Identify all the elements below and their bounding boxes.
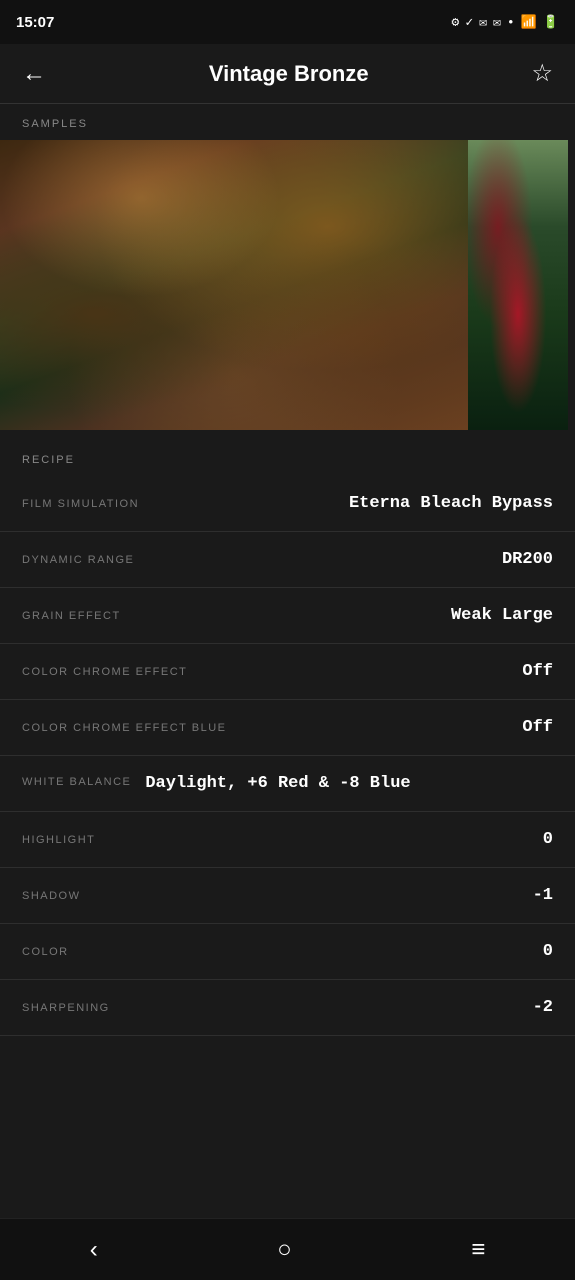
film-simulation-label: FILM SIMULATION [22,498,139,510]
top-nav: ← Vintage Bronze ☆ [0,44,575,104]
color-chrome-label: COLOR CHROME EFFECT [22,666,187,678]
grain-effect-value: Weak Large [451,606,553,625]
dynamic-range-value: DR200 [502,550,553,569]
battery-icon: 🔋 [543,15,559,30]
color-chrome-value: Off [522,662,553,681]
status-icons: ⚙ ✓ ✉ ✉ • 📶 🔋 [452,15,560,30]
dynamic-range-label: DYNAMIC RANGE [22,554,134,566]
back-button[interactable]: ← [18,56,50,92]
nav-back-button[interactable]: ‹ [70,1226,118,1274]
dynamic-range-row: DYNAMIC RANGE DR200 [0,532,575,588]
sharpening-row: SHARPENING -2 [0,980,575,1036]
sharpening-label: SHARPENING [22,1002,110,1014]
nav-home-icon: ○ [277,1236,292,1263]
nav-menu-button[interactable]: ≡ [451,1226,505,1274]
shadow-value: -1 [533,886,553,905]
film-simulation-row: FILM SIMULATION Eterna Bleach Bypass [0,476,575,532]
status-bar: 15:07 ⚙ ✓ ✉ ✉ • 📶 🔋 [0,0,575,44]
film-simulation-value: Eterna Bleach Bypass [349,494,553,513]
nav-menu-icon: ≡ [471,1236,485,1263]
highlight-label: HIGHLIGHT [22,834,95,846]
mail-icon: ✉ [479,15,487,30]
highlight-value: 0 [543,830,553,849]
white-balance-value: Daylight, +6 Red & -8 Blue [145,774,410,793]
color-row: COLOR 0 [0,924,575,980]
samples-label: SAMPLES [0,104,575,140]
mail2-icon: ✉ [493,15,501,30]
autumn-leaves-image [0,140,468,430]
samples-scroll[interactable] [0,140,575,440]
sharpening-value: -2 [533,998,553,1017]
signal-icon: 📶 [521,15,537,30]
color-chrome-blue-label: COLOR CHROME EFFECT BLUE [22,722,227,734]
recipe-section: RECIPE FILM SIMULATION Eterna Bleach Byp… [0,440,575,1218]
shadow-row: SHADOW -1 [0,868,575,924]
highlight-row: HIGHLIGHT 0 [0,812,575,868]
color-label: COLOR [22,946,69,958]
favorite-button[interactable]: ☆ [527,55,557,92]
color-chrome-blue-value: Off [522,718,553,737]
flowers-image [468,140,568,430]
recipe-label: RECIPE [0,440,575,476]
dot-icon: • [507,15,515,30]
bottom-nav: ‹ ○ ≡ [0,1218,575,1280]
nav-back-icon: ‹ [90,1236,98,1263]
status-time: 15:07 [16,14,54,31]
white-balance-label: WHITE BALANCE [22,774,131,788]
page-title: Vintage Bronze [209,61,369,87]
star-icon: ☆ [531,60,553,87]
white-balance-row: WHITE BALANCE Daylight, +6 Red & -8 Blue [0,756,575,812]
color-value: 0 [543,942,553,961]
color-chrome-row: COLOR CHROME EFFECT Off [0,644,575,700]
nav-home-button[interactable]: ○ [257,1226,312,1274]
sample-image-2 [468,140,568,430]
sample-image-1 [0,140,468,430]
check-icon: ✓ [465,15,473,30]
grain-effect-label: GRAIN EFFECT [22,610,121,622]
shadow-label: SHADOW [22,890,81,902]
grain-effect-row: GRAIN EFFECT Weak Large [0,588,575,644]
settings-icon: ⚙ [452,15,460,30]
color-chrome-blue-row: COLOR CHROME EFFECT BLUE Off [0,700,575,756]
back-icon: ← [22,60,46,87]
